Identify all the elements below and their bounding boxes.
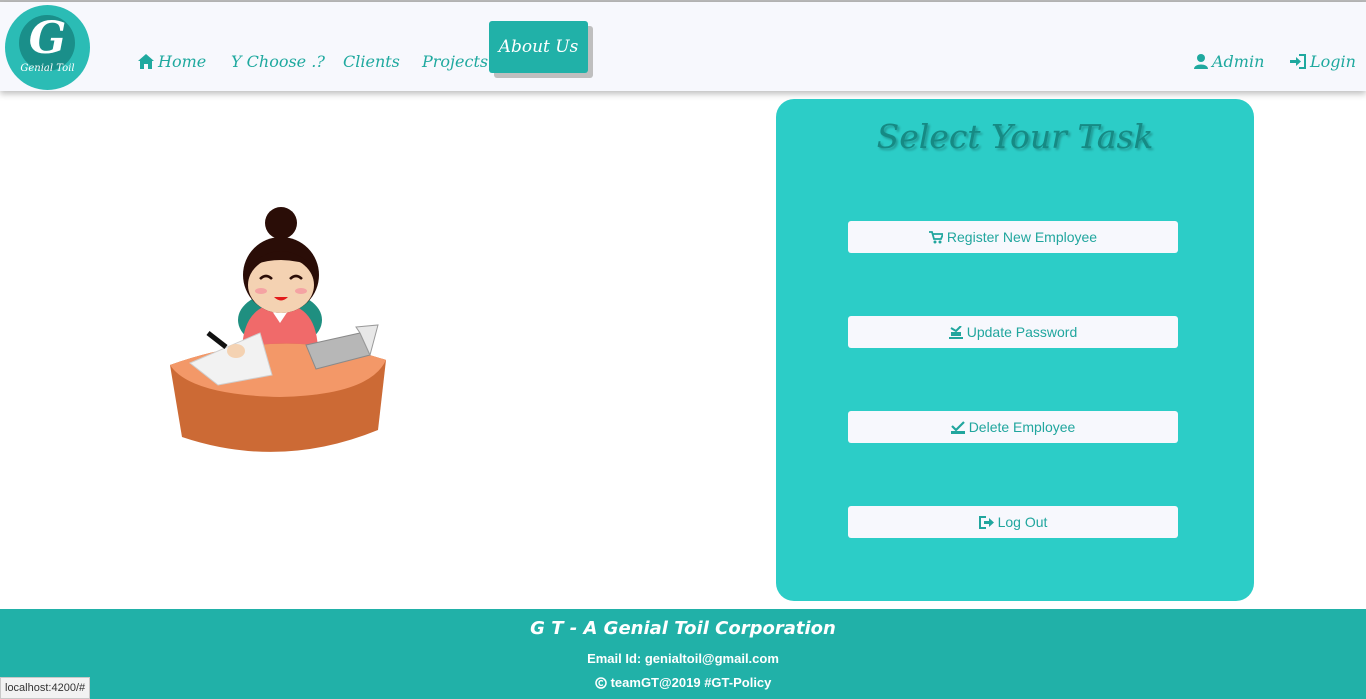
register-employee-button[interactable]: Register New Employee	[848, 221, 1178, 253]
update-password-label: Update Password	[966, 324, 1078, 340]
nav-clients[interactable]: Clients	[343, 52, 400, 71]
user-icon	[1194, 54, 1208, 69]
nav-projects[interactable]: Projects	[422, 52, 488, 71]
brand-logo[interactable]: G Genial Toil	[5, 5, 90, 90]
footer-email: Email Id: genialtoil@gmail.com	[587, 651, 779, 666]
login-icon	[1290, 54, 1306, 69]
hand-shape	[227, 344, 245, 358]
logo-letter: G	[28, 13, 67, 64]
nav-home-label: Home	[158, 52, 207, 71]
footer-copyright-text: teamGT@2019 #GT-Policy	[610, 675, 772, 690]
nav-admin[interactable]: Admin	[1194, 52, 1264, 71]
left-cheek-shape	[255, 288, 267, 294]
footer-title: G T - A Genial Toil Corporation	[530, 618, 836, 639]
task-panel: Select Your Task Register New Employee U…	[776, 99, 1254, 601]
nav-about-us[interactable]: About Us	[489, 21, 588, 73]
nav-home[interactable]: Home	[138, 52, 206, 71]
logo-word: Genial Toil	[20, 63, 75, 74]
face-shape	[248, 257, 314, 313]
status-bar-url: localhost:4200/#	[0, 677, 91, 699]
home-icon	[138, 54, 154, 69]
delete-employee-label: Delete Employee	[968, 419, 1076, 435]
logout-icon	[978, 516, 994, 529]
copyright-icon	[594, 677, 607, 689]
nav-admin-label: Admin	[1212, 52, 1265, 71]
stamp-icon	[948, 325, 963, 339]
delete-employee-button[interactable]: Delete Employee	[848, 411, 1178, 443]
logout-button[interactable]: Log Out	[848, 506, 1178, 538]
nav-login-label: Login	[1310, 52, 1356, 71]
panel-title: Select Your Task	[876, 117, 1154, 156]
pen-shape	[206, 331, 228, 349]
register-employee-label: Register New Employee	[946, 229, 1098, 245]
nav-login[interactable]: Login	[1290, 52, 1356, 71]
hair-bun-shape	[265, 207, 297, 239]
cart-icon	[928, 231, 945, 244]
right-cheek-shape	[295, 288, 307, 294]
footer-copyright: teamGT@2019 #GT-Policy	[0, 675, 1366, 690]
nav-why-choose[interactable]: Y Choose .?	[231, 52, 325, 71]
footer: G T - A Genial Toil Corporation Email Id…	[0, 609, 1366, 699]
woman-at-desk-illustration	[170, 207, 386, 452]
update-password-button[interactable]: Update Password	[848, 316, 1178, 348]
check-stamp-icon	[950, 421, 965, 434]
logout-label: Log Out	[997, 514, 1048, 530]
navbar: G Genial Toil Home Y Choose .? Clients P…	[0, 2, 1366, 91]
